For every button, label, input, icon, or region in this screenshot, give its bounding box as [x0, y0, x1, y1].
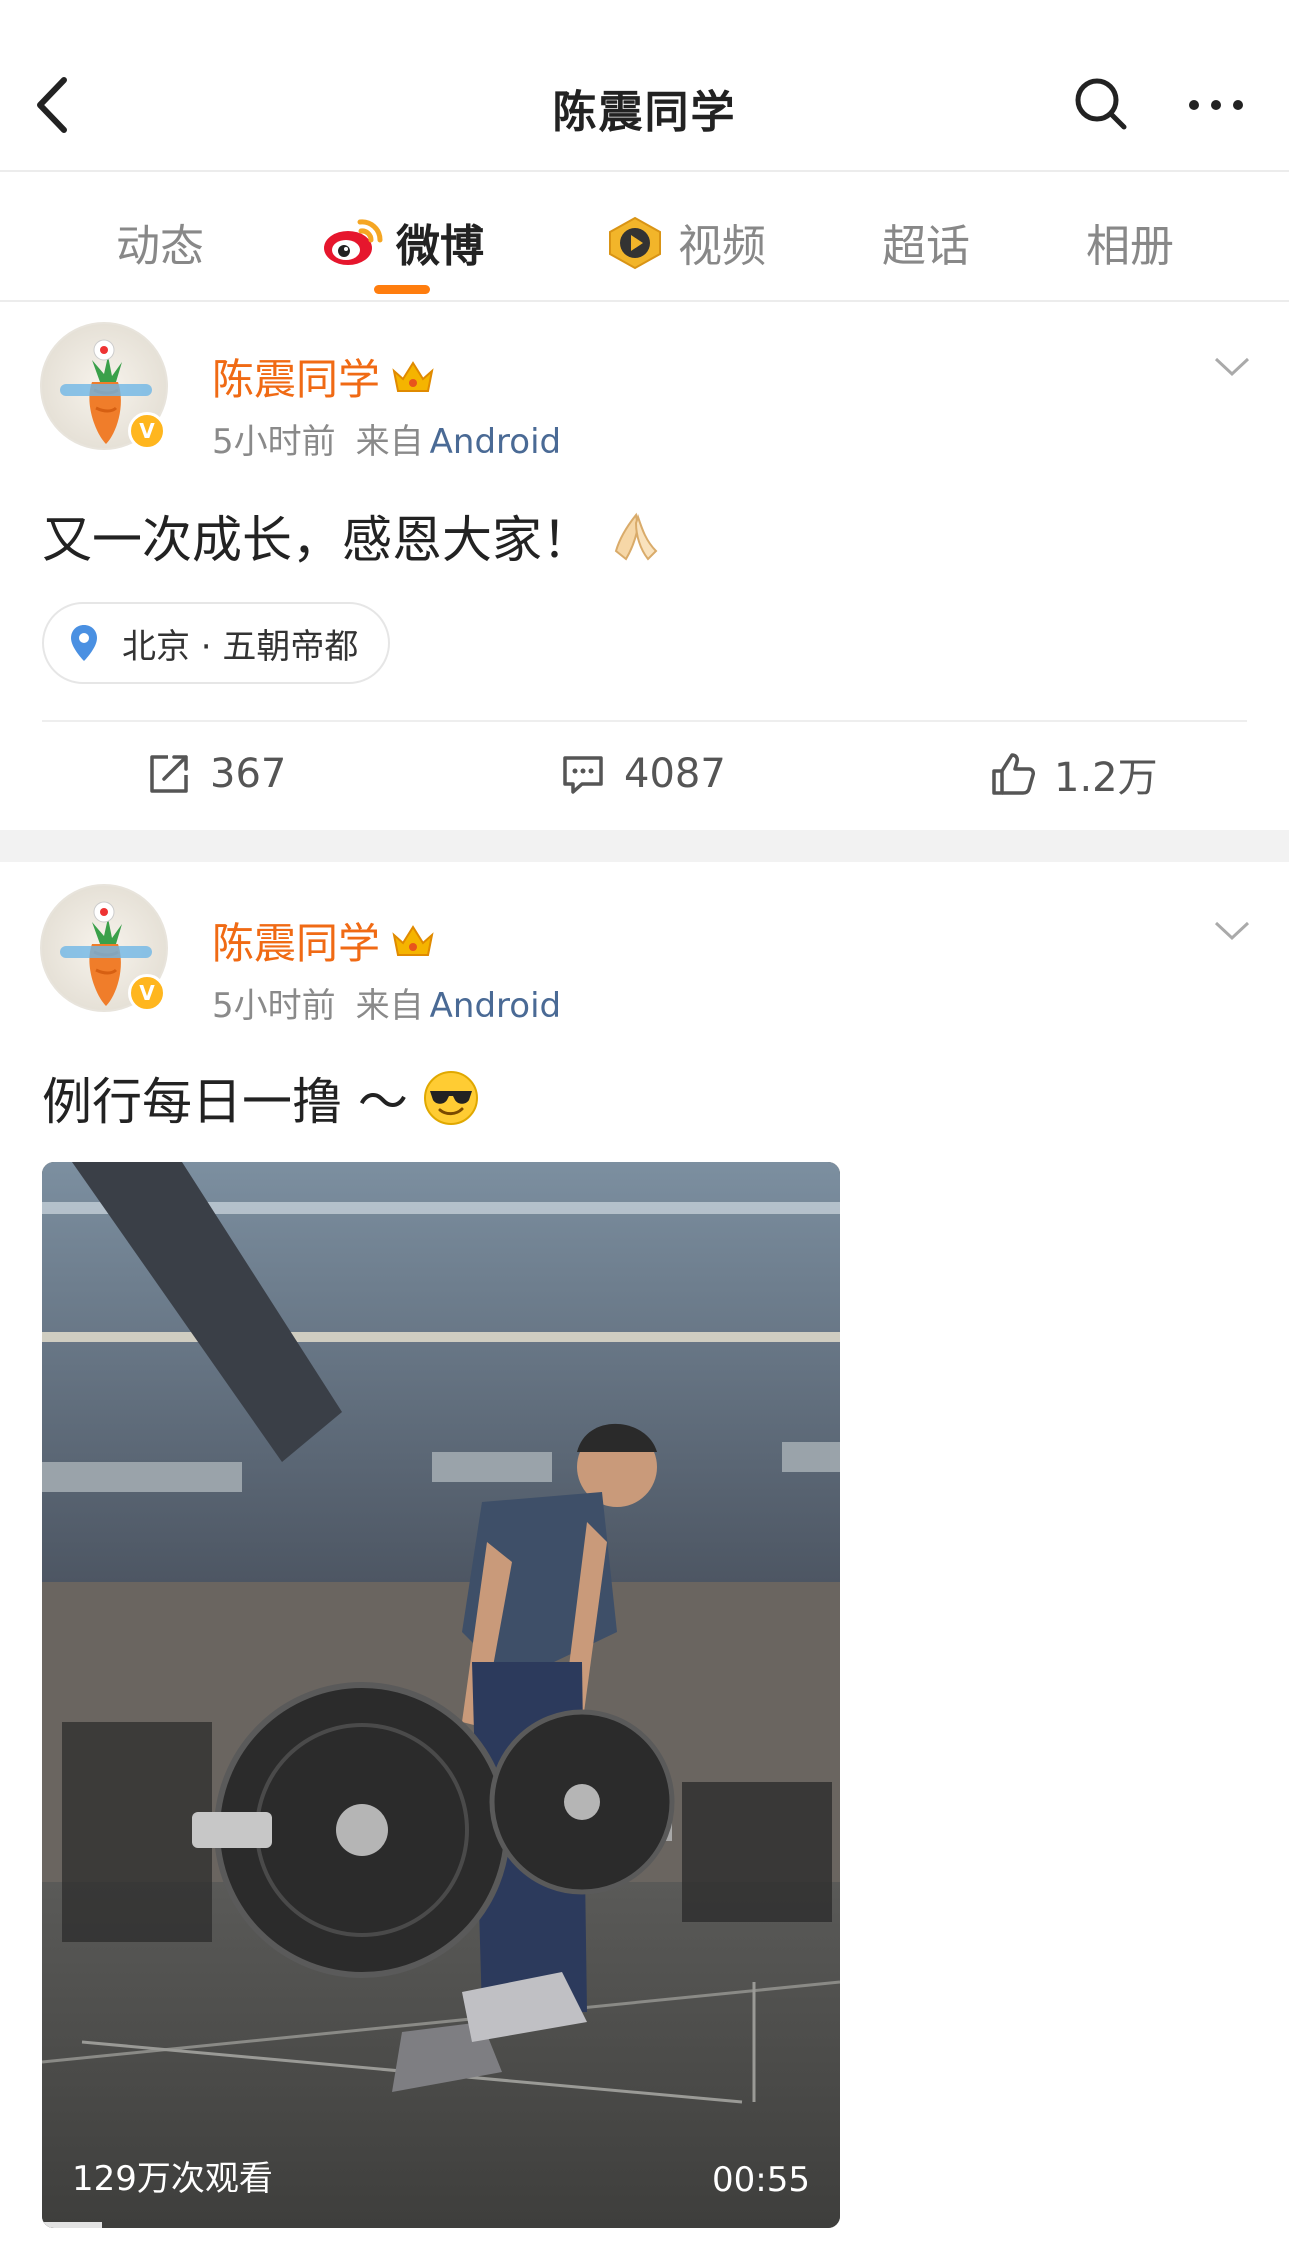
- post-card[interactable]: V 陈震同学 5小时前 来自 Android 又一次成长，感恩大家！ 北京 · …: [0, 304, 1289, 830]
- comment-button[interactable]: 4087: [560, 748, 726, 800]
- post-card[interactable]: V 陈震同学 5小时前 来自 Android 例行每日一撸 ～ 129万次观看 …: [0, 862, 1289, 2253]
- post-text-content: 例行每日一撸 ～: [42, 1073, 408, 1131]
- comment-icon: [563, 756, 603, 794]
- divider: [42, 720, 1247, 722]
- tab-label: 超话: [882, 221, 970, 272]
- avatar[interactable]: V: [40, 878, 172, 1013]
- tab-label: 微博: [396, 221, 484, 272]
- top-bar: 陈震同学: [0, 0, 1289, 172]
- repost-icon: [150, 755, 188, 793]
- comment-count: 4087: [624, 751, 726, 797]
- chevron-down-icon[interactable]: [1212, 918, 1252, 944]
- location-chip[interactable]: 北京 · 五朝帝都: [42, 602, 391, 684]
- tab-label: 动态: [116, 221, 204, 272]
- video-duration: 00:55: [712, 2160, 810, 2200]
- location-pin-icon: [71, 625, 97, 661]
- post-time: 5小时前: [212, 422, 336, 462]
- post-separator: [0, 830, 1289, 862]
- post-text: 又一次成长，感恩大家！: [42, 500, 664, 572]
- video-player[interactable]: 129万次观看 00:55: [42, 1162, 840, 2228]
- video-badge-icon: [609, 216, 661, 270]
- weibo-profile-page: 陈震同学 动态 微博 视频 超话 相册 V 陈震同学 5小时前 来自 Andro…: [0, 0, 1289, 2253]
- sunglasses-face-emoji: [423, 1071, 478, 1125]
- like-button[interactable]: 1.2万: [990, 748, 1158, 801]
- more-dots-icon[interactable]: [1186, 90, 1246, 120]
- post-meta: 5小时前 来自 Android: [212, 414, 561, 463]
- author-name: 陈震同学: [212, 919, 381, 968]
- video-thumbnail: [42, 1162, 840, 2228]
- post-author[interactable]: 陈震同学: [212, 346, 436, 407]
- tab-weibo[interactable]: 微博: [322, 212, 484, 272]
- verified-badge: V: [128, 412, 166, 450]
- post-text: 例行每日一撸 ～: [42, 1062, 480, 1134]
- verified-badge: V: [128, 974, 166, 1012]
- chevron-down-icon[interactable]: [1212, 354, 1252, 380]
- tab-label: 视频: [678, 221, 766, 272]
- tab-chaohua[interactable]: 超话: [882, 212, 970, 272]
- post-time: 5小时前: [212, 986, 336, 1026]
- tab-album[interactable]: 相册: [1086, 212, 1174, 272]
- tab-video[interactable]: 视频: [604, 212, 766, 272]
- source-prefix: 来自: [355, 422, 424, 462]
- post-text-content: 又一次成长，感恩大家！: [42, 511, 592, 569]
- active-tab-indicator: [374, 285, 430, 294]
- profile-tabs: 动态 微博 视频 超话 相册: [0, 172, 1289, 302]
- like-count: 1.2万: [1054, 755, 1158, 801]
- location-text: 北京 · 五朝帝都: [122, 626, 359, 667]
- search-icon[interactable]: [1073, 76, 1129, 132]
- source-app[interactable]: Android: [430, 422, 561, 462]
- tab-label: 相册: [1086, 221, 1174, 272]
- source-prefix: 来自: [355, 986, 424, 1026]
- thumbs-up-icon: [992, 753, 1035, 795]
- video-progress-bar: [42, 2222, 102, 2228]
- video-view-count: 129万次观看: [72, 2159, 273, 2199]
- post-meta: 5小时前 来自 Android: [212, 978, 561, 1027]
- source-app[interactable]: Android: [430, 986, 561, 1026]
- author-name: 陈震同学: [212, 355, 381, 404]
- repost-button[interactable]: 367: [146, 748, 286, 800]
- repost-count: 367: [210, 751, 287, 797]
- crown-icon: [392, 924, 434, 956]
- folded-hands-emoji: [614, 512, 658, 561]
- crown-icon: [392, 360, 434, 392]
- post-author[interactable]: 陈震同学: [212, 910, 436, 971]
- avatar[interactable]: V: [40, 316, 172, 451]
- tab-dongtai[interactable]: 动态: [116, 212, 204, 272]
- weibo-logo-icon: [324, 219, 383, 265]
